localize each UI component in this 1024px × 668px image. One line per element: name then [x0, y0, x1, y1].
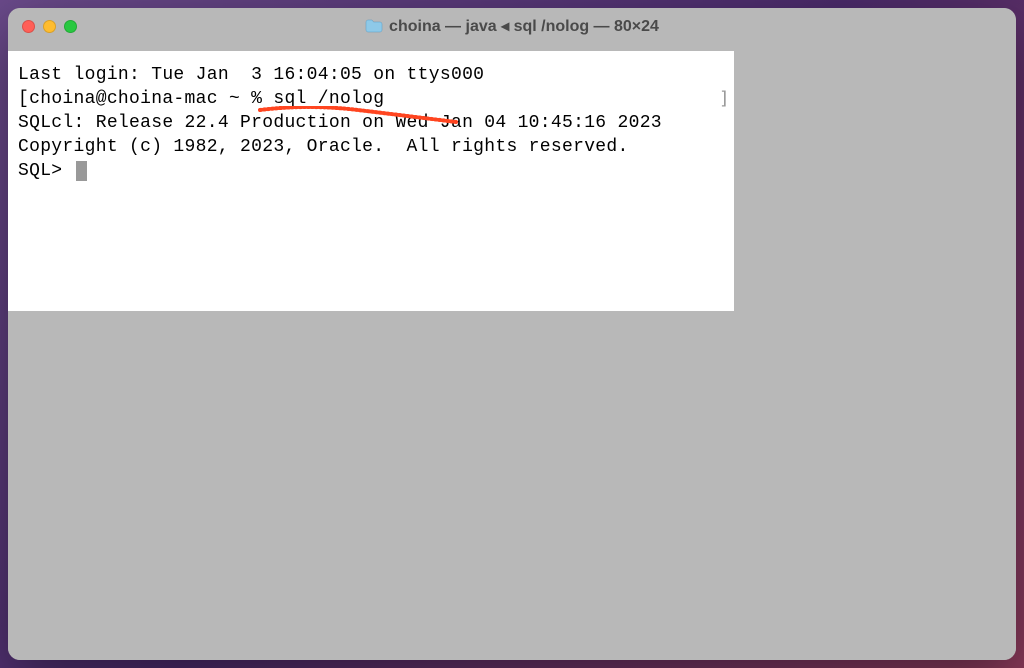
copyright-line: Copyright (c) 1982, 2023, Oracle. All ri…: [18, 135, 724, 159]
sql-prompt-text: SQL>: [18, 161, 74, 181]
traffic-lights: [22, 20, 77, 33]
window-title: choina — java ◂ sql /nolog — 80×24: [389, 16, 659, 36]
maximize-button[interactable]: [64, 20, 77, 33]
title-wrap: choina — java ◂ sql /nolog — 80×24: [8, 16, 1016, 36]
folder-icon: [365, 19, 383, 33]
prompt-line: [choina@choina-mac ~ % sql /nolog: [18, 87, 724, 111]
bracket-open: [: [18, 89, 29, 109]
titlebar[interactable]: choina — java ◂ sql /nolog — 80×24: [8, 8, 1016, 44]
terminal-window: choina — java ◂ sql /nolog — 80×24 Last …: [8, 8, 1016, 660]
cursor-icon: [76, 161, 87, 181]
close-button[interactable]: [22, 20, 35, 33]
terminal-body: Last login: Tue Jan 3 16:04:05 on ttys00…: [8, 44, 1016, 660]
sqlcl-version: SQLcl: Release 22.4 Production on Wed Ja…: [18, 111, 724, 135]
terminal-output[interactable]: Last login: Tue Jan 3 16:04:05 on ttys00…: [8, 51, 734, 311]
shell-command: choina@choina-mac ~ % sql /nolog: [29, 89, 384, 109]
sql-prompt: SQL>: [18, 159, 724, 183]
minimize-button[interactable]: [43, 20, 56, 33]
login-line: Last login: Tue Jan 3 16:04:05 on ttys00…: [18, 63, 724, 87]
bracket-close: ]: [719, 87, 730, 111]
